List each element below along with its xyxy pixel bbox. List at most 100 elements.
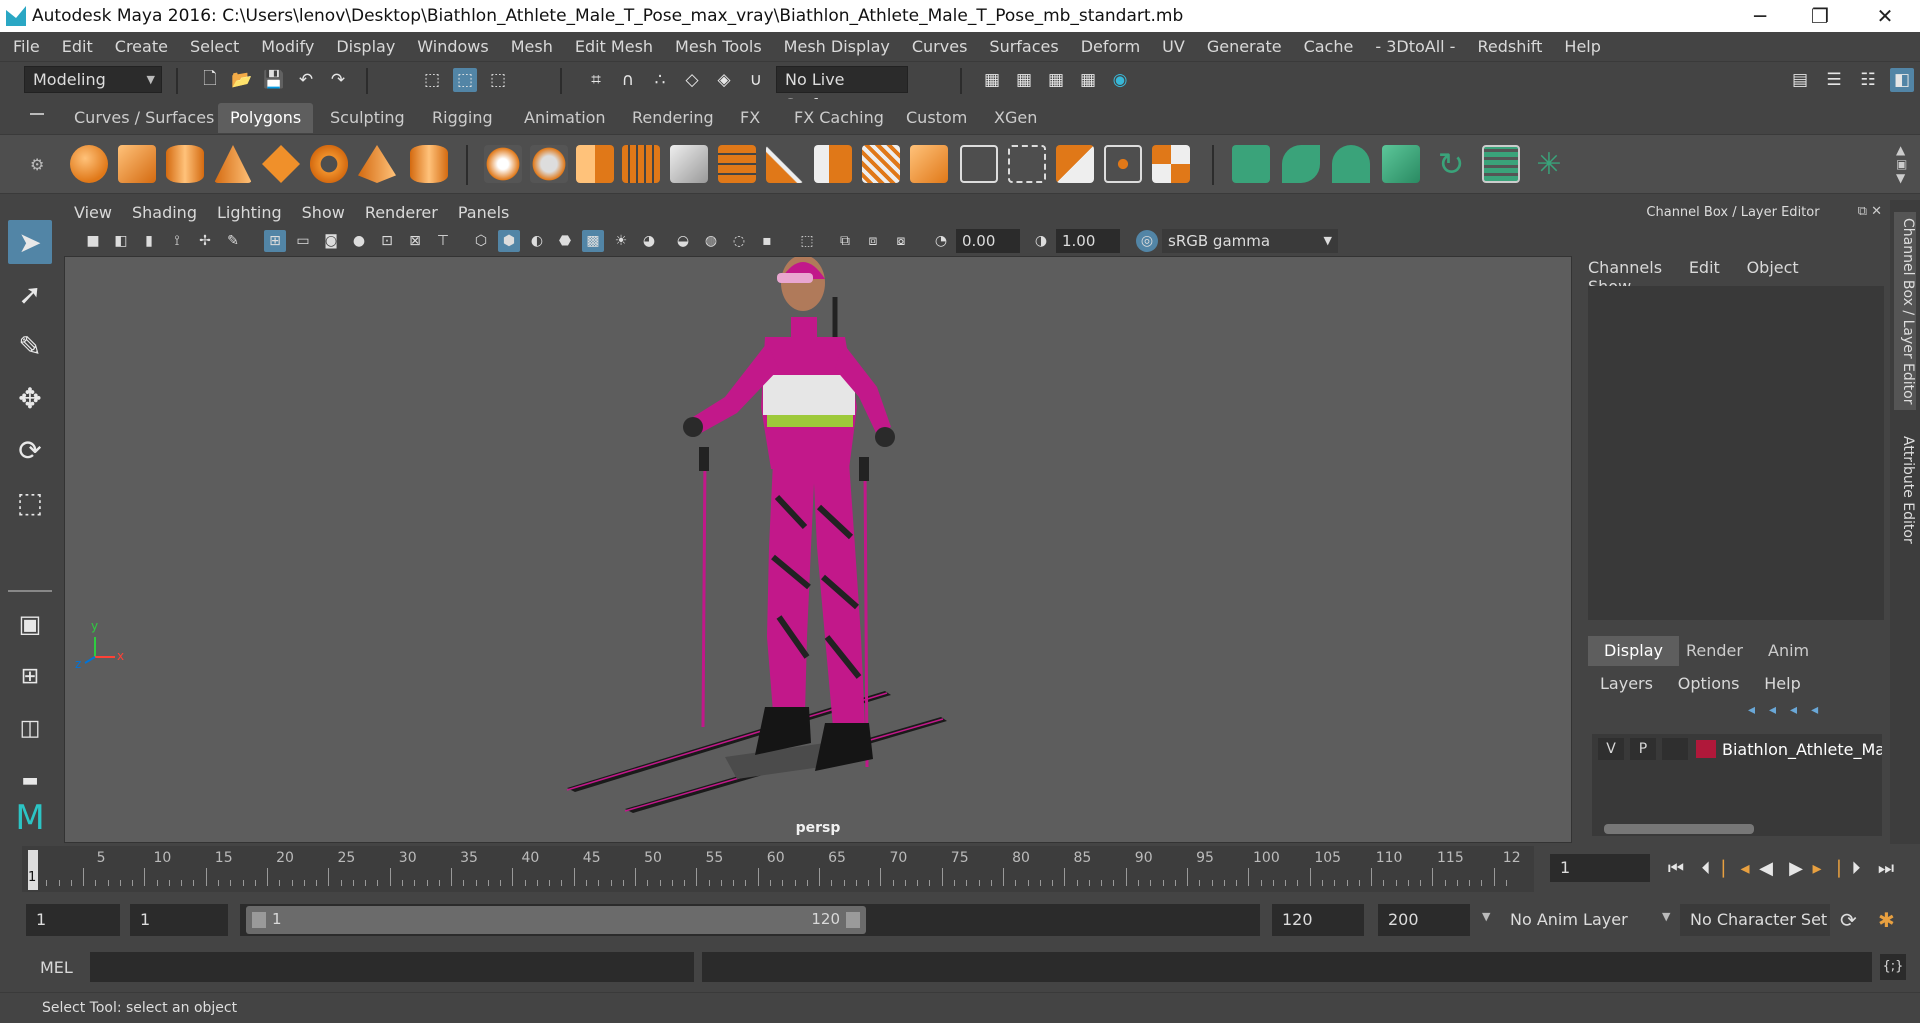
- uv-editor-icon[interactable]: [1482, 145, 1520, 183]
- xray-icon[interactable]: ⧉: [834, 230, 856, 252]
- fill-hole-icon[interactable]: [1152, 145, 1190, 183]
- move-tool-icon[interactable]: ✥: [8, 376, 52, 420]
- save-scene-icon[interactable]: 💾: [262, 68, 286, 92]
- bevel-icon[interactable]: [910, 145, 948, 183]
- shelf-tab-animation[interactable]: Animation: [512, 103, 618, 133]
- render-view-icon[interactable]: ▦: [980, 68, 1004, 92]
- menu-redshift[interactable]: Redshift: [1466, 32, 1553, 62]
- render-settings-icon[interactable]: ▦: [1076, 68, 1100, 92]
- time-slider[interactable]: 5 10 15 20 25 30 35 40 45 50 55 60 65 70 75 80 85 90 95 100…: [22, 846, 1534, 892]
- motion-blur-icon[interactable]: ◍: [700, 230, 722, 252]
- poly-pipe-icon[interactable]: [410, 145, 448, 183]
- panel-float-close-icon[interactable]: ⧉ ✕: [1858, 204, 1882, 219]
- menu-select[interactable]: Select: [179, 32, 250, 62]
- menu-surfaces[interactable]: Surfaces: [978, 32, 1069, 62]
- select-tool-icon[interactable]: ➤: [8, 220, 52, 264]
- boolean-icon[interactable]: [670, 145, 708, 183]
- play-backwards-icon[interactable]: ◀: [1754, 856, 1778, 880]
- cb-menu-edit[interactable]: Edit: [1689, 258, 1720, 277]
- gate-mask-icon[interactable]: ●: [348, 230, 370, 252]
- menu-uv[interactable]: UV: [1151, 32, 1196, 62]
- combine-icon[interactable]: [484, 145, 522, 183]
- single-perspective-layout-icon[interactable]: ▣: [8, 602, 52, 646]
- side-tab-channel-box[interactable]: Channel Box / Layer Editor: [1894, 212, 1916, 411]
- insert-edge-loop-icon[interactable]: [960, 145, 998, 183]
- command-input[interactable]: [90, 952, 694, 982]
- poly-sphere-icon[interactable]: [70, 145, 108, 183]
- uv-planar-icon[interactable]: [1232, 145, 1270, 183]
- smooth-icon[interactable]: [622, 145, 660, 183]
- vp-menu-panels[interactable]: Panels: [448, 200, 520, 226]
- layer-playback-toggle[interactable]: P: [1630, 738, 1656, 760]
- depth-of-field-icon[interactable]: ▪: [756, 230, 778, 252]
- exposure-field[interactable]: 0.00: [956, 229, 1020, 253]
- menu-mesh[interactable]: Mesh: [500, 32, 564, 62]
- side-tab-attribute-editor[interactable]: Attribute Editor: [1894, 436, 1916, 544]
- perspective-viewport[interactable]: y x z persp: [64, 256, 1572, 843]
- extract-icon[interactable]: [576, 145, 614, 183]
- layer-menu-options[interactable]: Options: [1678, 674, 1740, 693]
- ipr-render-icon[interactable]: ▦: [1044, 68, 1068, 92]
- shelf-tab-custom[interactable]: Custom: [894, 103, 979, 133]
- rotate-tool-icon[interactable]: ⟳: [8, 428, 52, 472]
- range-slider-handle[interactable]: 1 120: [246, 906, 866, 934]
- offset-edge-loop-icon[interactable]: [1008, 145, 1046, 183]
- paint-select-tool-icon[interactable]: ✎: [8, 324, 52, 368]
- step-back-frame-icon[interactable]: ⎸◂: [1722, 856, 1749, 880]
- menu-mesh-tools[interactable]: Mesh Tools: [664, 32, 773, 62]
- 2d-pan-zoom-icon[interactable]: ✢: [194, 230, 216, 252]
- xray-joints-icon[interactable]: ⧈: [862, 230, 884, 252]
- layer-type-toggle[interactable]: [1662, 738, 1688, 760]
- tool-settings-icon[interactable]: ☷: [1856, 68, 1880, 92]
- layer-name[interactable]: Biathlon_Athlete_Male: [1722, 740, 1882, 759]
- snap-live-icon[interactable]: ∪: [744, 68, 768, 92]
- snap-view-icon[interactable]: ◇: [680, 68, 704, 92]
- menu-cache[interactable]: Cache: [1293, 32, 1365, 62]
- auto-key-icon[interactable]: ⟳: [1840, 908, 1857, 932]
- maya-home-icon[interactable]: M: [8, 796, 52, 840]
- menu-modify[interactable]: Modify: [250, 32, 325, 62]
- poly-cone-icon[interactable]: [214, 145, 252, 183]
- shelf-tab-polygons[interactable]: Polygons: [218, 103, 314, 133]
- menu-3dtoall[interactable]: - 3DtoAll -: [1364, 32, 1466, 62]
- layer-row[interactable]: V P Biathlon_Athlete_Male: [1592, 734, 1882, 764]
- shelf-tab-curves-surfaces[interactable]: Curves / Surfaces: [62, 103, 226, 133]
- menu-create[interactable]: Create: [104, 32, 179, 62]
- shelf-tab-rigging[interactable]: Rigging: [420, 103, 505, 133]
- safe-action-icon[interactable]: ⊠: [404, 230, 426, 252]
- redo-icon[interactable]: ↷: [326, 68, 350, 92]
- camera-attributes-icon[interactable]: ◧: [110, 230, 132, 252]
- poly-plane-icon[interactable]: [262, 145, 300, 183]
- character-set-dropdown[interactable]: No Character Set: [1680, 904, 1830, 936]
- time-ruler[interactable]: 5 10 15 20 25 30 35 40 45 50 55 60 65 70 75 80 85 90 95 100…: [22, 846, 1534, 892]
- menu-help[interactable]: Help: [1553, 32, 1611, 62]
- film-gate-icon[interactable]: ▭: [292, 230, 314, 252]
- play-forwards-icon[interactable]: ▶: [1784, 856, 1808, 880]
- animation-start-field[interactable]: 1: [26, 904, 120, 936]
- playback-end-field[interactable]: 120: [1272, 904, 1364, 936]
- shadows-icon[interactable]: ◕: [638, 230, 660, 252]
- xray-components-icon[interactable]: ⧇: [890, 230, 912, 252]
- extrude-icon[interactable]: [814, 145, 852, 183]
- menu-edit-mesh[interactable]: Edit Mesh: [564, 32, 664, 62]
- gamma-field[interactable]: 1.00: [1056, 229, 1120, 253]
- live-surface-field[interactable]: No Live Surface: [776, 66, 908, 114]
- menu-file[interactable]: File: [2, 32, 51, 62]
- current-frame-field[interactable]: 1: [1550, 854, 1650, 882]
- outliner-icon[interactable]: ☰: [1822, 68, 1846, 92]
- use-all-lights-icon[interactable]: ☀: [610, 230, 632, 252]
- menu-mesh-display[interactable]: Mesh Display: [773, 32, 901, 62]
- vp-menu-lighting[interactable]: Lighting: [207, 200, 292, 226]
- uv-layout-icon[interactable]: ✳: [1530, 145, 1568, 183]
- select-component-icon[interactable]: ⬚: [486, 68, 510, 92]
- wireframe-on-shaded-icon[interactable]: ⬣: [554, 230, 576, 252]
- exposure-icon[interactable]: ◔: [930, 230, 952, 252]
- grease-pencil-icon[interactable]: ✎: [222, 230, 244, 252]
- separate-icon[interactable]: [530, 145, 568, 183]
- hypershade-icon[interactable]: ◉: [1108, 68, 1132, 92]
- snap-point-icon[interactable]: ∴: [648, 68, 672, 92]
- layer-tab-render[interactable]: Render: [1670, 636, 1759, 666]
- uv-cylindrical-icon[interactable]: [1282, 145, 1320, 183]
- shelf-settings-icon[interactable]: ⚙: [30, 155, 44, 174]
- close-button[interactable]: ✕: [1860, 0, 1910, 32]
